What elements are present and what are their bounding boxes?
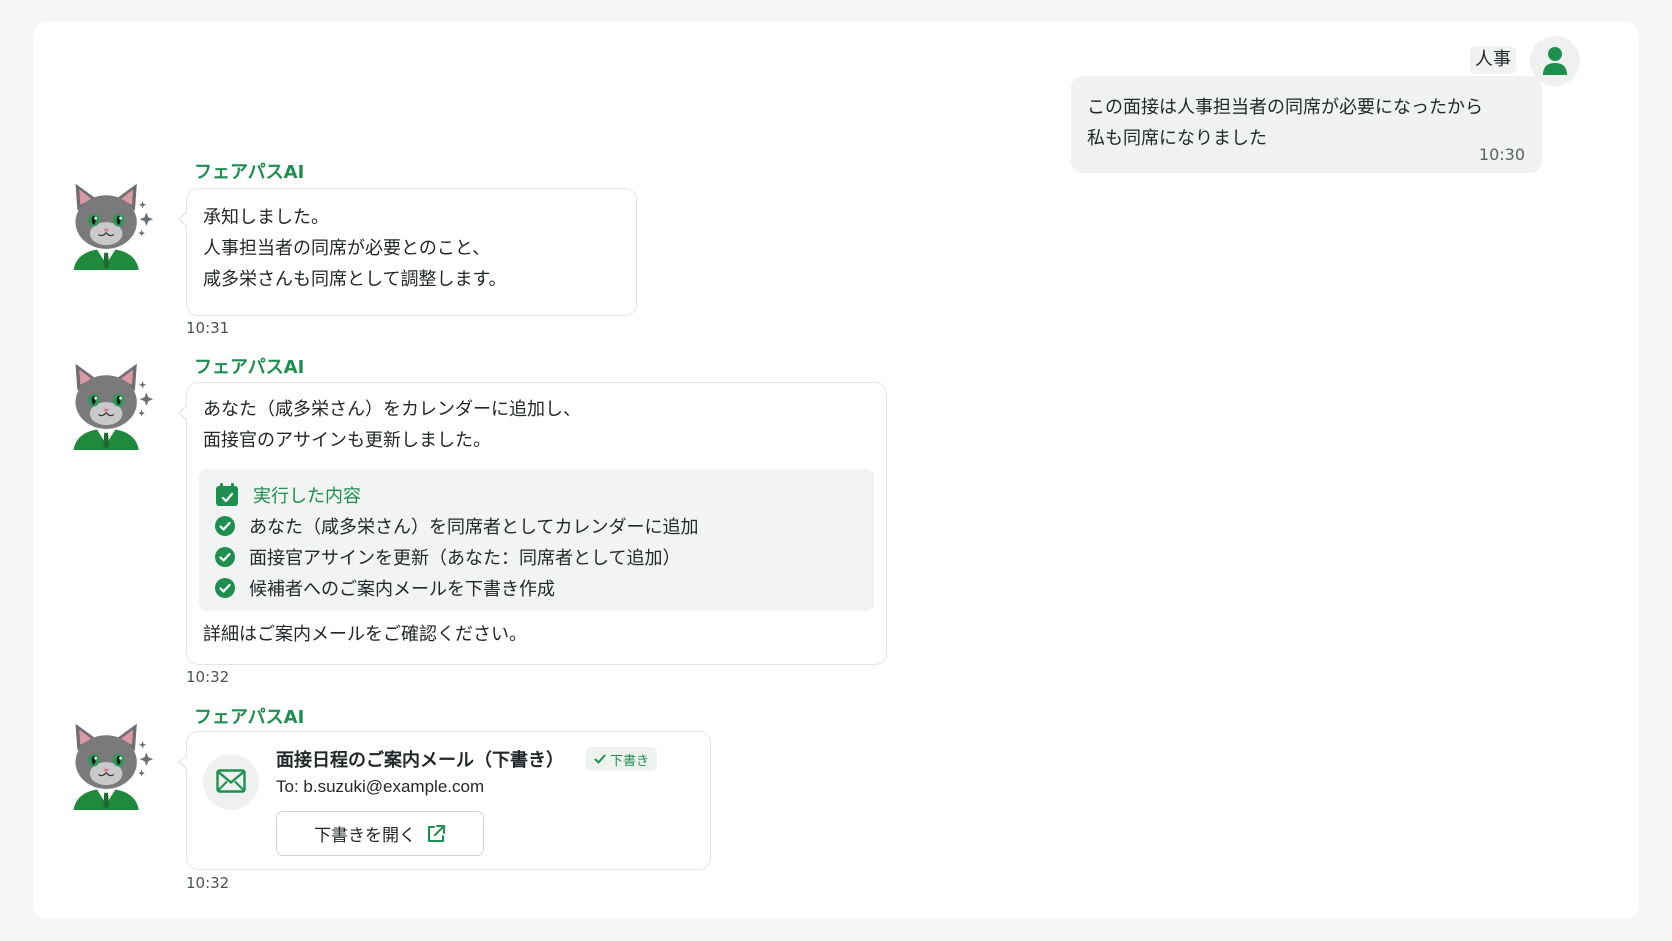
message-line: 人事担当者の同席が必要とのこと、 [203,238,491,259]
external-link-icon [428,824,445,842]
ai-message-bubble: あなた（咸多栄さん）をカレンダーに追加し、 面接官のアサインも更新しました。 実… [178,382,887,665]
open-draft-button[interactable]: 下書きを開く [276,811,484,856]
user-sender-name: 人事 [1470,46,1516,74]
calendar-icon [216,483,238,506]
message-time: 10:32 [186,668,230,686]
mail-icon-container [203,754,259,810]
action-item: あなた（咸多栄さん）を同席者としてカレンダーに追加 [215,510,858,541]
check-circle-icon [215,546,235,567]
cat-avatar-icon [72,723,154,811]
bubble-tail [178,754,188,770]
user-message-bubble: この面接は人事担当者の同席が必要になったから 私も同席になりました 10:30 [1071,76,1542,173]
actions-header: 実行した内容 [215,480,858,510]
cat-avatar-icon [72,183,154,271]
action-item: 候補者へのご案内メールを下書き作成 [215,572,858,603]
draft-status-badge: 下書き [586,747,658,771]
cat-avatar-icon [72,363,154,451]
bubble-tail [178,211,188,227]
check-icon [594,754,606,764]
message-line: あなた（咸多栄さん）をカレンダーに追加し、 [203,399,581,420]
message-time: 10:31 [186,319,230,337]
draft-badge-label: 下書き [610,753,650,769]
person-icon [1543,47,1567,75]
check-circle-icon [215,577,235,598]
action-item-label: あなた（咸多栄さん）を同席者としてカレンダーに追加 [249,516,699,538]
ai-sender-name: フェアパスAI [194,357,305,378]
mail-draft-card: 面接日程のご案内メール（下書き） 下書き To: b.suzuki@exampl… [178,731,711,870]
action-item: 面接官アサインを更新（あなた：同席者として追加） [215,541,858,572]
open-draft-button-label: 下書きを開く [314,826,416,846]
message-line: この面接は人事担当者の同席が必要になったから [1087,97,1483,118]
mail-icon [216,769,246,793]
message-time: 10:32 [186,874,230,892]
message-footer: 詳細はご案内メールをご確認ください。 [203,624,527,645]
ai-message-bubble: 承知しました。 人事担当者の同席が必要とのこと、 咸多栄さんも同席として調整しま… [178,188,637,316]
message-time: 10:30 [1478,145,1525,164]
mail-recipient: To: b.suzuki@example.com [276,777,485,796]
mail-title: 面接日程のご案内メール（下書き） [276,750,564,771]
actions-title: 実行した内容 [253,486,361,507]
check-circle-icon [215,515,235,536]
action-item-label: 候補者へのご案内メールを下書き作成 [249,578,555,600]
message-line: 私も同席になりました [1087,128,1267,149]
ai-sender-name: フェアパスAI [194,162,305,183]
message-line: 咸多栄さんも同席として調整します。 [203,269,507,290]
actions-box: 実行した内容 あなた（咸多栄さん）を同席者としてカレンダーに追加 面接官アサイン… [199,469,874,611]
action-item-label: 面接官アサインを更新（あなた：同席者として追加） [249,547,681,569]
message-line: 承知しました。 [203,207,329,228]
message-line: 面接官のアサインも更新しました。 [203,430,491,451]
bubble-tail [178,405,188,421]
ai-sender-name: フェアパスAI [194,707,305,728]
